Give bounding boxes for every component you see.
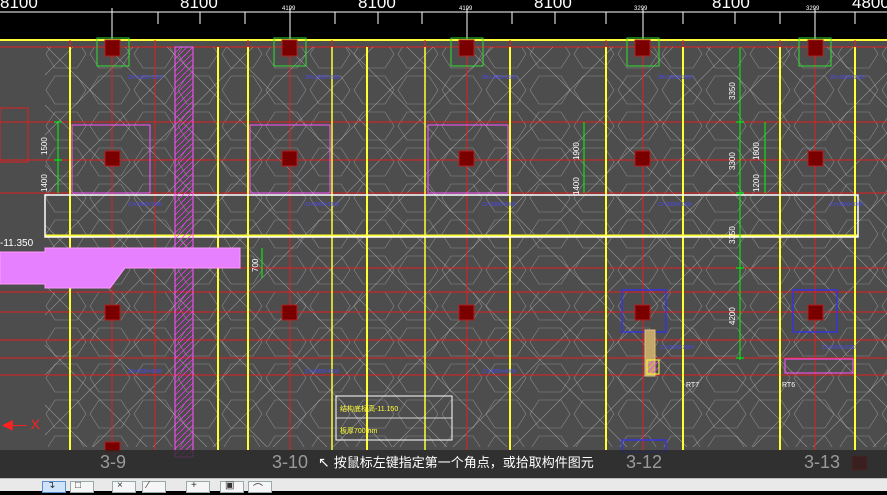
column-label-rt7: RT7	[686, 382, 699, 389]
svg-text:ZJ×3300×3300: ZJ×3300×3300	[830, 202, 864, 208]
cad-drawing-canvas[interactable]: 8100 8100 8100 8100 8100 4800 4199 4199 …	[0, 0, 887, 490]
ruler-small-dim-1: 4199	[282, 6, 296, 12]
add-tool-button[interactable]: +	[186, 480, 210, 493]
note-line-2: 板厚700mm	[340, 426, 378, 435]
svg-text:3300: 3300	[728, 152, 737, 170]
add-icon: +	[191, 480, 197, 491]
ruler-span-1: 8100	[0, 0, 38, 12]
polyline-icon: ∕	[147, 480, 149, 491]
svg-text:ZH×1500×1500: ZH×1500×1500	[128, 75, 163, 81]
diagonal-hatch-area	[45, 47, 887, 447]
rect-select-icon: □	[75, 480, 82, 491]
svg-text:1400: 1400	[572, 177, 581, 195]
ruler-span-4: 8100	[534, 0, 572, 12]
corner-cursor-icon: ↖	[318, 455, 330, 471]
svg-text:1400: 1400	[40, 174, 49, 192]
grid-id-3-10: 3-10	[272, 452, 309, 472]
cross-icon: ×	[117, 480, 123, 491]
polyline-tool-button[interactable]: ∕	[142, 480, 166, 493]
svg-text:1200: 1200	[752, 174, 761, 192]
svg-text:1500: 1500	[40, 137, 49, 155]
ruler-span-5: 8100	[712, 0, 750, 12]
status-hint-text: 按鼠标左键指定第一个角点，或拾取构件图元	[333, 456, 594, 471]
status-hint: ↖ 按鼠标左键指定第一个角点，或拾取构件图元	[318, 452, 594, 474]
rect-select-tool-button[interactable]: □	[70, 480, 94, 493]
svg-text:ZJ×4000×4000: ZJ×4000×4000	[305, 369, 339, 375]
grid-id-3-13: 3-13	[804, 452, 841, 472]
svg-text:ZJ×3300×3300: ZJ×3300×3300	[482, 202, 516, 208]
axis-x-label: X	[30, 416, 41, 432]
cross-tool-button[interactable]: ×	[112, 480, 136, 493]
svg-text:1800: 1800	[752, 142, 761, 160]
select-icon: ↴	[47, 480, 56, 491]
note-line-1: 结构底标高-11.150	[340, 404, 398, 413]
hatched-stub	[646, 359, 660, 375]
svg-text:ZJ×3300×3300: ZJ×3300×3300	[128, 202, 162, 208]
svg-text:3350: 3350	[728, 226, 737, 244]
svg-text:700: 700	[251, 258, 260, 272]
svg-text:ZH×1500×1500: ZH×1500×1500	[482, 75, 517, 81]
select-tool-button[interactable]: ↴	[42, 480, 66, 493]
svg-text:ZH×1500×1500: ZH×1500×1500	[830, 75, 865, 81]
grid-id-3-12: 3-12	[626, 452, 663, 472]
svg-text:ZJ×4000×4000: ZJ×4000×4000	[482, 369, 516, 375]
arc-tool-button[interactable]: ⌒	[248, 481, 272, 495]
svg-text:1900: 1900	[572, 142, 581, 160]
svg-text:ZJ×3300×3300: ZJ×3300×3300	[658, 202, 692, 208]
ruler-span-6: 4800	[852, 0, 887, 12]
grid-id-3-9: 3-9	[100, 452, 127, 472]
arc-icon: ⌒	[253, 484, 263, 495]
svg-text:ZJ×4000×4000: ZJ×4000×4000	[128, 369, 162, 375]
svg-text:ZJ×2000×2000: ZJ×2000×2000	[822, 345, 856, 351]
axis-x-marker: ◀— X	[2, 416, 40, 433]
column-label-rt6: RT6	[782, 382, 795, 389]
top-ruler	[0, 0, 887, 40]
ruler-small-dim-2: 4199	[459, 6, 473, 12]
axis-arrow-icon: ◀—	[2, 416, 27, 432]
svg-text:4200: 4200	[728, 307, 737, 325]
ruler-small-dim-3: 3299	[634, 6, 648, 12]
elevation-label: -11.350	[0, 238, 34, 249]
layer-icon: ▣	[225, 480, 235, 491]
svg-text:ZJ×2000×2000: ZJ×2000×2000	[660, 345, 694, 351]
svg-text:ZH×1500×1500: ZH×1500×1500	[658, 75, 693, 81]
ruler-span-2: 8100	[180, 0, 218, 12]
ruler-span-3: 8100	[358, 0, 396, 12]
ruler-small-dim-4: 3299	[806, 6, 820, 12]
svg-text:ZJ×3300×3300: ZJ×3300×3300	[305, 202, 339, 208]
bottom-toolbar: ↴ □ × ∕ + ▣ ⌒	[0, 478, 887, 495]
layer-tool-button[interactable]: ▣	[220, 480, 244, 493]
svg-text:3350: 3350	[728, 82, 737, 100]
svg-text:ZH×1500×1500: ZH×1500×1500	[305, 75, 340, 81]
